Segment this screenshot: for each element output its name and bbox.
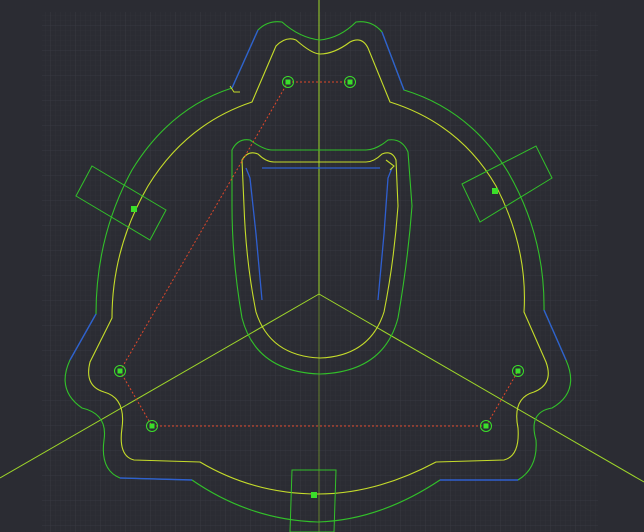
- sketch-viewport[interactable]: [0, 0, 644, 532]
- sketch-canvas[interactable]: [0, 0, 644, 532]
- box-anchor-bottom: [311, 492, 317, 498]
- box-anchor-left: [131, 206, 137, 212]
- box-anchor-right: [492, 188, 498, 194]
